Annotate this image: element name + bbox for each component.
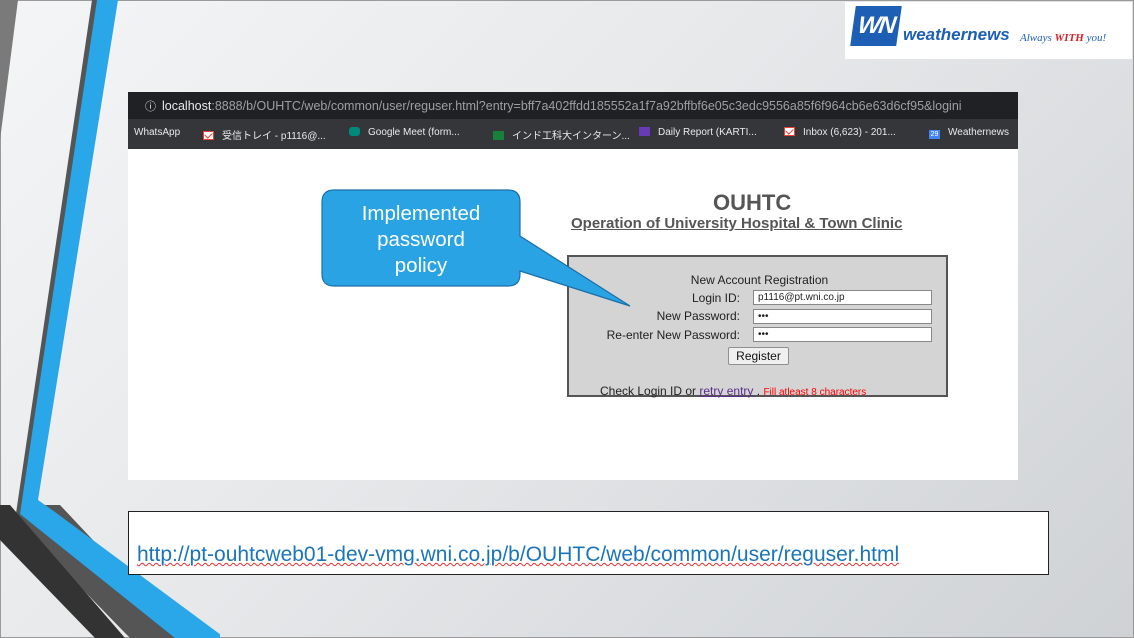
- gmail-icon: [784, 127, 795, 136]
- bookmark-label: 受信トレイ - p1116@...: [222, 131, 326, 142]
- weathernews-logo: WN weathernews Always WITH you!: [845, 2, 1132, 59]
- google-forms-icon: [639, 127, 650, 136]
- callout-line: policy: [394, 254, 448, 277]
- address-text[interactable]: ⓘ localhost:8888/b/OUHTC/web/common/user/…: [145, 98, 962, 114]
- bookmarks-bar: WhatsApp 受信トレイ - p1116@... Google Meet (…: [128, 119, 1018, 149]
- bookmark-inbox[interactable]: Inbox (6,623) - 201...: [784, 127, 896, 138]
- callout-line: password: [377, 228, 465, 251]
- callout-line: Implemented: [361, 202, 481, 225]
- gmail-icon: [203, 131, 214, 140]
- error-message: Fill atleast 8 characters: [763, 387, 867, 398]
- bookmark-daily-report[interactable]: Daily Report (KARTI...: [639, 127, 757, 138]
- footer-prefix: Check Login ID or: [600, 384, 697, 398]
- google-sheets-icon: [493, 131, 504, 140]
- bookmark-label: Inbox (6,623) - 201...: [803, 127, 896, 138]
- bookmark-gmail-inbox[interactable]: 受信トレイ - p1116@...: [203, 127, 326, 142]
- new-password-field[interactable]: •••: [753, 309, 932, 324]
- google-meet-icon: [349, 127, 360, 136]
- reenter-password-field[interactable]: •••: [753, 327, 932, 342]
- bookmark-label: Daily Report (KARTI...: [658, 127, 757, 138]
- calendar-icon: 29: [929, 130, 940, 139]
- bookmark-label: インド工科大インターン...: [512, 131, 630, 142]
- tagline-post: you!: [1083, 32, 1107, 44]
- bookmark-label: Google Meet (form...: [368, 127, 460, 138]
- url-textbox: http://pt-ouhtcweb01-dev-vmg.wni.co.jp/b…: [128, 511, 1049, 575]
- info-icon[interactable]: ⓘ: [145, 101, 156, 113]
- address-host: localhost: [162, 99, 212, 113]
- register-button[interactable]: Register: [728, 347, 789, 365]
- page-title: OUHTC: [713, 190, 792, 215]
- reenter-password-label: Re-enter New Password:: [606, 328, 740, 342]
- bookmark-google-meet[interactable]: Google Meet (form...: [349, 127, 460, 138]
- callout-text: Implemented password policy: [325, 201, 517, 279]
- bookmark-label: Weathernews: [948, 127, 1009, 138]
- tagline-pre: Always: [1020, 32, 1055, 44]
- tagline-em: WITH: [1054, 32, 1084, 44]
- decoration-corner: [0, 0, 18, 140]
- bookmark-intern-sheet[interactable]: インド工科大インターン...: [493, 127, 630, 142]
- url-link[interactable]: http://pt-ouhtcweb01-dev-vmg.wni.co.jp/b…: [137, 543, 899, 567]
- bookmark-weathernews[interactable]: 29 Weathernews: [929, 127, 1009, 139]
- logo-name: weathernews: [903, 25, 1010, 44]
- address-bar[interactable]: ⓘ localhost:8888/b/OUHTC/web/common/user/…: [128, 92, 1018, 119]
- logo-tagline: Always WITH you!: [1020, 32, 1106, 44]
- registration-footer: Check Login ID or retry entry . Fill atl…: [600, 384, 866, 398]
- login-id-field[interactable]: p1116@pt.wni.co.jp: [753, 290, 932, 305]
- footer-dot: .: [756, 384, 761, 398]
- address-path: :8888/b/OUHTC/web/common/user/reguser.ht…: [211, 99, 962, 113]
- bookmark-label: WhatsApp: [134, 127, 181, 138]
- retry-entry-link[interactable]: retry entry: [699, 384, 753, 398]
- logo-mark: WN: [850, 6, 902, 46]
- bookmark-whatsapp[interactable]: WhatsApp: [134, 127, 180, 138]
